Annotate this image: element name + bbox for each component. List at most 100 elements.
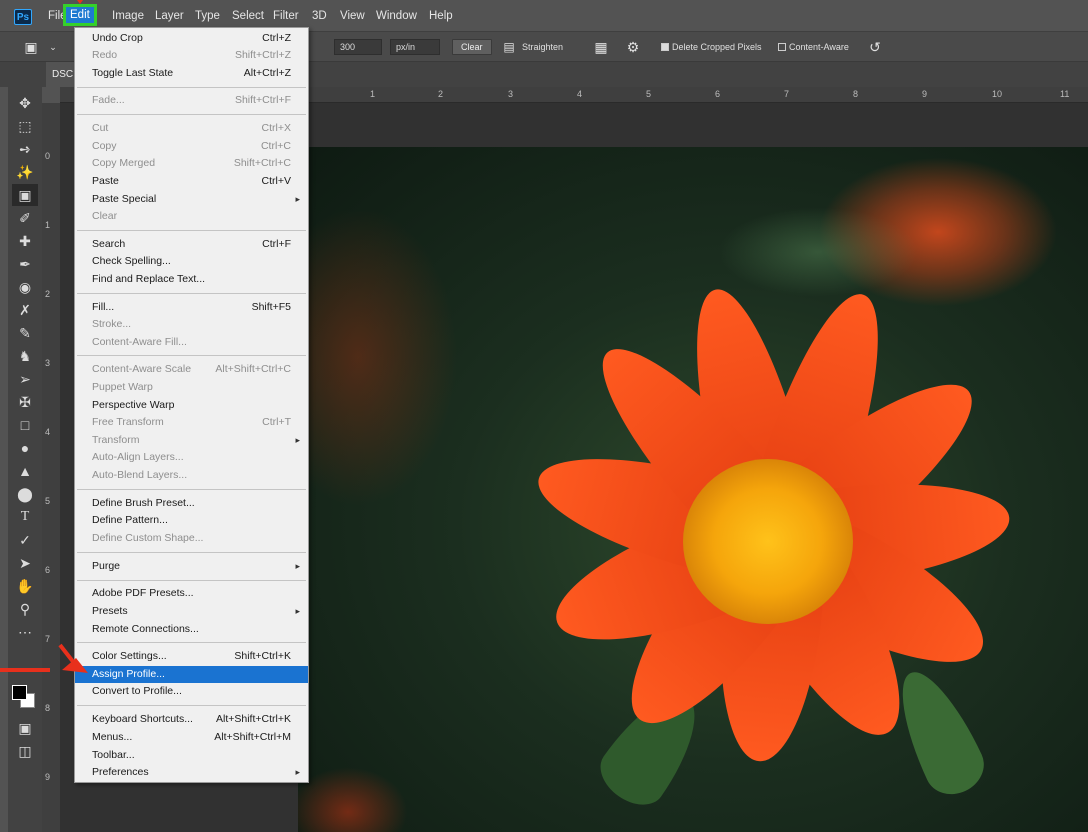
eraser-icon[interactable]: ✎ [12,322,38,344]
menu-item-label: Auto-Blend Layers... [92,469,188,481]
ruler-tick: 4 [45,427,51,437]
menu-help[interactable]: Help [429,10,453,22]
content-aware-checkbox[interactable]: Content-Aware [778,42,849,52]
menu-3d[interactable]: 3D [312,10,327,22]
brush-icon[interactable]: ✒ [12,253,38,275]
delete-cropped-checkbox[interactable]: Delete Cropped Pixels [661,42,762,52]
menu-filter[interactable]: Filter [273,10,299,22]
move-icon[interactable]: ✥ [12,92,38,114]
menu-item-stroke[interactable]: Stroke... [75,316,308,333]
menu-item-clear[interactable]: Clear [75,208,308,225]
history-brush-icon[interactable]: ✗ [12,299,38,321]
flower-photo[interactable] [298,147,1088,832]
menu-item-assign-profile[interactable]: Assign Profile... [75,666,308,683]
menu-item-fade[interactable]: Fade... Shift+Ctrl+F [75,92,308,109]
menu-item-label: Preferences [92,766,149,778]
healing-icon[interactable]: ✚ [12,230,38,252]
screen-mode-icon[interactable]: ◫ [12,740,38,762]
menu-item-pdf-presets[interactable]: Adobe PDF Presets... [75,585,308,602]
menu-item-convert-profile[interactable]: Convert to Profile... [75,683,308,700]
menu-item-preferences[interactable]: Preferences [75,764,308,781]
menu-item-transform[interactable]: Transform [75,432,308,449]
clear-button[interactable]: Clear [452,39,492,55]
overlay-grid-icon[interactable]: ▦ [592,38,610,56]
reset-icon[interactable]: ↺ [866,38,884,56]
resolution-unit-select[interactable]: px/in [390,39,440,55]
menu-image[interactable]: Image [112,10,144,22]
menu-item-undo[interactable]: Undo Crop Ctrl+Z [75,30,308,47]
menu-item-define-pattern[interactable]: Define Pattern... [75,512,308,529]
pen-tool-icon[interactable]: ✓ [12,529,38,551]
menu-item-puppet-warp[interactable]: Puppet Warp [75,379,308,396]
menu-item-cut[interactable]: Cut Ctrl+X [75,120,308,137]
crop-icon[interactable]: ▣ [12,184,38,206]
quick-mask-icon[interactable]: ▣ [12,717,38,739]
blur-icon[interactable]: ➢ [12,368,38,390]
menu-item-purge[interactable]: Purge [75,558,308,575]
delete-cropped-label: Delete Cropped Pixels [672,42,762,52]
menu-item-perspective-warp[interactable]: Perspective Warp [75,397,308,414]
quick-select-icon[interactable]: ✨ [12,161,38,183]
straighten-icon[interactable]: ▤ [500,38,518,56]
menu-item-find-replace[interactable]: Find and Replace Text... [75,271,308,288]
menu-item-auto-align[interactable]: Auto-Align Layers... [75,449,308,466]
type-icon[interactable]: ● [12,437,38,459]
marquee-icon[interactable]: ⬚ [12,115,38,137]
resolution-input[interactable]: 300 [334,39,382,55]
ruler-vertical: 0 1 2 3 4 5 6 7 8 9 [42,103,60,832]
menu-layer[interactable]: Layer [155,10,184,22]
chevron-down-icon[interactable]: ⌄ [44,38,62,56]
pen-icon[interactable]: □ [12,414,38,436]
text-tool-icon[interactable]: T [12,506,38,528]
menu-item-remote-connections[interactable]: Remote Connections... [75,621,308,638]
dodge-icon[interactable]: ✠ [12,391,38,413]
background-blur [298,207,458,507]
ruler-tick: 3 [45,358,51,368]
shape-icon[interactable]: ⬤ [12,483,38,505]
menu-item-copy[interactable]: Copy Ctrl+C [75,138,308,155]
crop-icon[interactable]: ▣ [22,38,40,56]
menu-window[interactable]: Window [376,10,417,22]
ruler-tick: 3 [508,89,514,99]
arrow-select-icon[interactable]: ➤ [12,552,38,574]
menu-item-keyboard-shortcuts[interactable]: Keyboard Shortcuts... Alt+Shift+Ctrl+K [75,711,308,728]
zoom-icon[interactable]: ⚲ [12,598,38,620]
menu-item-presets[interactable]: Presets [75,603,308,620]
menu-item-fill[interactable]: Fill... Shift+F5 [75,299,308,316]
menu-item-color-settings[interactable]: Color Settings... Shift+Ctrl+K [75,648,308,665]
menu-edit[interactable]: Edit [63,4,97,26]
menu-view[interactable]: View [340,10,365,22]
hand-icon[interactable]: ✋ [12,575,38,597]
menu-file[interactable]: File [48,10,67,22]
menu-item-define-shape[interactable]: Define Custom Shape... [75,530,308,547]
gear-icon[interactable]: ⚙ [624,38,642,56]
menu-item-check-spelling[interactable]: Check Spelling... [75,253,308,270]
straighten-button[interactable]: Straighten [522,42,563,52]
eyedropper-icon[interactable]: ✐ [12,207,38,229]
menu-item-content-aware-fill[interactable]: Content-Aware Fill... [75,334,308,351]
gradient-icon[interactable]: ♞ [12,345,38,367]
stamp-icon[interactable]: ◉ [12,276,38,298]
menu-item-content-aware-scale[interactable]: Content-Aware Scale Alt+Shift+Ctrl+C [75,361,308,378]
menu-select[interactable]: Select [232,10,264,22]
path-select-icon[interactable]: ▲ [12,460,38,482]
menu-item-toolbar[interactable]: Toolbar... [75,747,308,764]
menu-item-copy-merged[interactable]: Copy Merged Shift+Ctrl+C [75,155,308,172]
ruler-tick: 8 [45,703,51,713]
menu-shortcut: Ctrl+T [262,416,291,428]
menu-item-define-brush[interactable]: Define Brush Preset... [75,495,308,512]
menu-type[interactable]: Type [195,10,220,22]
menu-item-paste-special[interactable]: Paste Special [75,191,308,208]
menu-item-label: Menus... [92,731,133,743]
menu-item-toggle-last-state[interactable]: Toggle Last State Alt+Ctrl+Z [75,65,308,82]
menu-item-menus[interactable]: Menus... Alt+Shift+Ctrl+M [75,729,308,746]
menu-item-paste[interactable]: Paste Ctrl+V [75,173,308,190]
menu-item-search[interactable]: Search Ctrl+F [75,236,308,253]
menu-item-redo[interactable]: Redo Shift+Ctrl+Z [75,47,308,64]
ruler-tick: 11 [1060,89,1070,99]
menu-item-free-transform[interactable]: Free Transform Ctrl+T [75,414,308,431]
menu-item-label: Define Pattern... [92,514,168,526]
menu-shortcut: Ctrl+V [261,175,291,187]
menu-item-auto-blend[interactable]: Auto-Blend Layers... [75,467,308,484]
lasso-icon[interactable]: ➺ [12,138,38,160]
